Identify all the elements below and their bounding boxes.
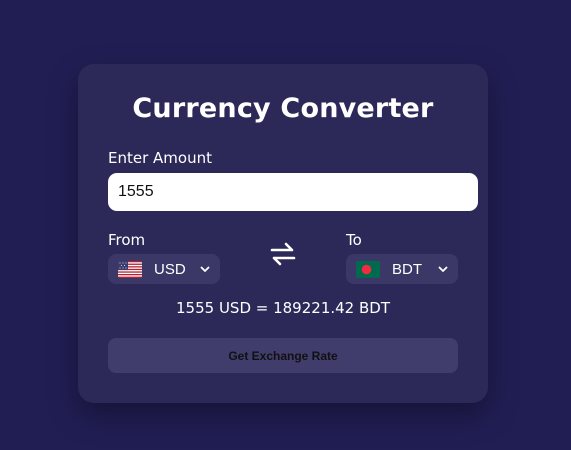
to-currency-code: BDT: [392, 260, 422, 278]
from-currency-select[interactable]: USD: [108, 254, 220, 284]
conversion-result: 1555 USD = 189221.42 BDT: [176, 299, 390, 317]
amount-input[interactable]: [108, 173, 478, 211]
bangladesh-flag-icon: [356, 260, 380, 278]
get-exchange-rate-button[interactable]: Get Exchange Rate: [108, 338, 458, 373]
chevron-down-icon: [438, 266, 448, 272]
from-label: From: [108, 231, 146, 249]
converter-card: Currency Converter Enter Amount From To …: [78, 64, 488, 403]
chevron-down-icon: [200, 266, 210, 272]
us-flag-icon: [118, 260, 142, 278]
page-title: Currency Converter: [132, 93, 434, 124]
swap-arrows-icon[interactable]: [270, 242, 296, 266]
amount-label: Enter Amount: [108, 149, 212, 167]
from-currency-code: USD: [154, 260, 186, 278]
to-currency-select[interactable]: BDT: [346, 254, 458, 284]
to-label: To: [346, 231, 362, 249]
